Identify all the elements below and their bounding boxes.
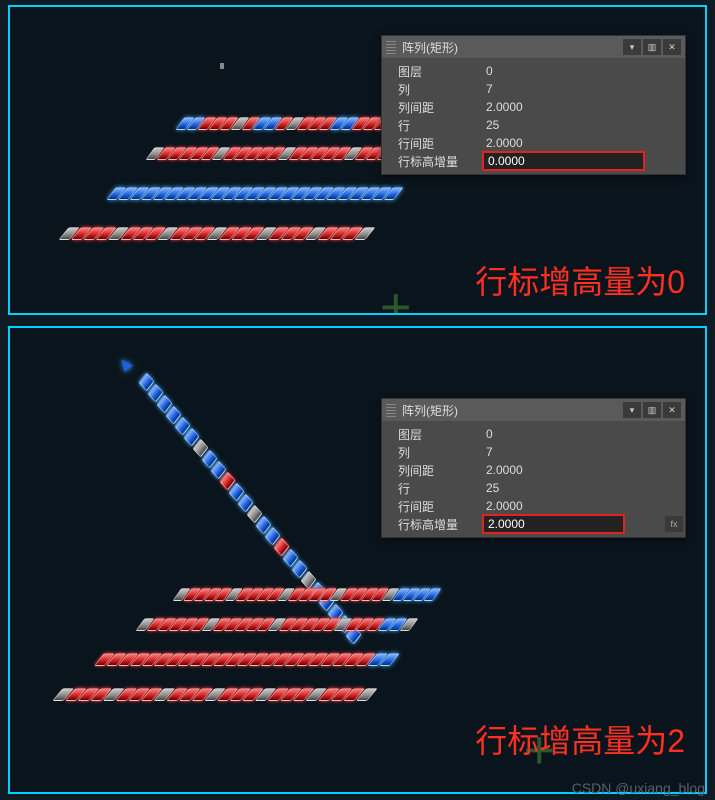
property-row[interactable]: 列间距2.0000 [382,461,685,479]
viewport-bottom[interactable]: 阵列(矩形) ▾ ▥ ✕ 图层0列7列间距2.0000行25行间距2.0000行… [8,326,707,794]
array-row [111,187,399,200]
property-value[interactable]: 2.0000 [482,514,625,534]
dropdown-icon[interactable]: ▾ [623,402,641,418]
property-key: 列间距 [382,99,482,116]
caption-bottom: 行标增高量为2 [475,716,685,762]
array-row [140,618,414,631]
grip-icon[interactable] [386,403,396,417]
property-value[interactable]: 2.0000 [482,100,685,114]
property-key: 图层 [382,426,482,443]
array-row [99,653,395,666]
property-key: 图层 [382,63,482,80]
property-key: 列 [382,444,482,461]
array-row [57,688,372,701]
panel-title: 阵列(矩形) [402,39,621,56]
array-elevated-diagonal [130,368,390,688]
property-value[interactable]: 0 [482,427,685,441]
panel-title: 阵列(矩形) [402,402,621,419]
close-icon[interactable]: ✕ [663,39,681,55]
array-row [64,227,371,240]
property-row[interactable]: 行25 [382,116,685,134]
grip-icon[interactable] [386,40,396,54]
property-row[interactable]: 行间距2.0000 [382,497,685,515]
property-value[interactable]: 0 [482,64,685,78]
panel-header[interactable]: 阵列(矩形) ▾ ▥ ✕ [382,36,685,58]
property-key: 行间距 [382,498,482,515]
panel-body: 图层0列7列间距2.0000行25行间距2.0000行标高增量0.0000 [382,58,685,174]
property-row[interactable]: 图层0 [382,62,685,80]
property-key: 列间距 [382,462,482,479]
dropdown-icon[interactable]: ▾ [623,39,641,55]
watermark: CSDN @uxiang_blog [572,780,705,796]
property-row[interactable]: 行间距2.0000 [382,134,685,152]
property-key: 行间距 [382,135,482,152]
property-value[interactable]: 7 [482,82,685,96]
properties-panel-bottom[interactable]: 阵列(矩形) ▾ ▥ ✕ 图层0列7列间距2.0000行25行间距2.0000行… [381,398,686,538]
property-row[interactable]: 行标高增量2.0000 fx [382,515,685,533]
fx-icon[interactable]: fx [665,516,683,532]
property-value[interactable]: 25 [482,481,685,495]
viewport-top[interactable]: 阵列(矩形) ▾ ▥ ✕ 图层0列7列间距2.0000行25行间距2.0000行… [8,5,707,315]
property-value[interactable]: 0.0000 [482,151,645,171]
array-row [177,588,437,601]
property-key: 行标高增量 [382,516,482,533]
marker [220,63,224,69]
property-row[interactable]: 列间距2.0000 [382,98,685,116]
property-key: 行 [382,117,482,134]
property-row[interactable]: 行标高增量0.0000 [382,152,685,170]
property-key: 行 [382,480,482,497]
property-key: 列 [382,81,482,98]
caption-top: 行标增高量为0 [475,257,685,303]
panel-header[interactable]: 阵列(矩形) ▾ ▥ ✕ [382,399,685,421]
property-row[interactable]: 行25 [382,479,685,497]
property-row[interactable]: 列7 [382,443,685,461]
properties-panel-top[interactable]: 阵列(矩形) ▾ ▥ ✕ 图层0列7列间距2.0000行25行间距2.0000行… [381,35,686,175]
property-row[interactable]: 列7 [382,80,685,98]
property-row[interactable]: 图层0 [382,425,685,443]
property-key: 行标高增量 [382,153,482,170]
panel-body: 图层0列7列间距2.0000行25行间距2.0000行标高增量2.0000fx [382,421,685,537]
property-value[interactable]: 2.0000 [482,499,685,513]
close-icon[interactable]: ✕ [663,402,681,418]
property-value[interactable]: 25 [482,118,685,132]
property-value[interactable]: 2.0000 [482,463,685,477]
property-value[interactable]: 7 [482,445,685,459]
property-value[interactable]: 2.0000 [482,136,685,150]
ui-toggle-icon[interactable]: ▥ [643,402,661,418]
ui-toggle-icon[interactable]: ▥ [643,39,661,55]
